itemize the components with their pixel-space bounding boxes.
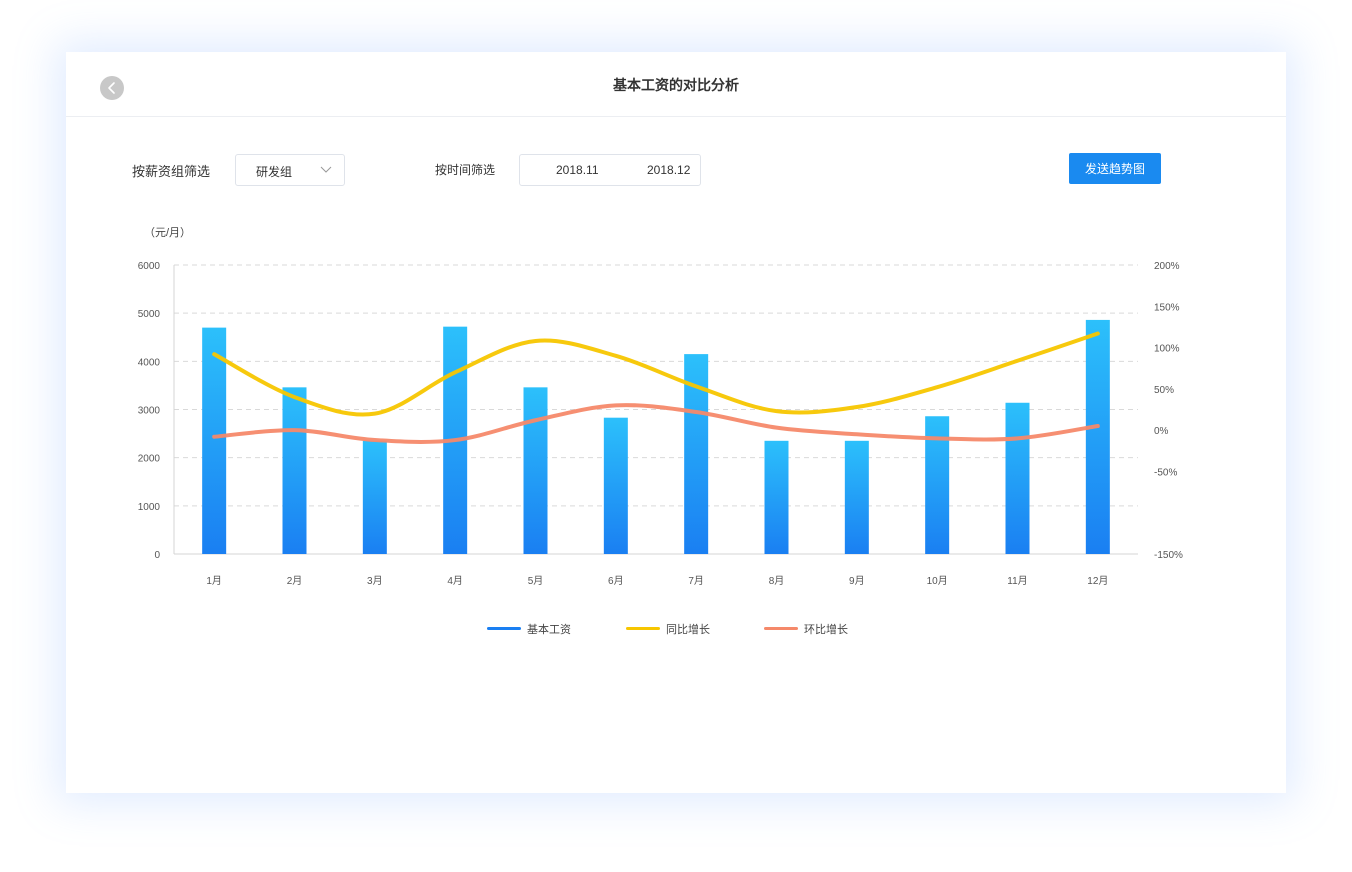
bar-8月	[764, 440, 789, 554]
legend-swatch	[764, 627, 798, 630]
y-left-tick-label: 0	[154, 550, 160, 561]
y-right-tick-label: -50%	[1154, 467, 1177, 478]
y-left-tick-label: 4000	[138, 357, 161, 368]
y-right-tick-label: 150%	[1154, 302, 1180, 313]
y-right-tick-label: 0%	[1154, 426, 1169, 437]
combo-chart: 0 1000 2000 3000 4000 5000 6000 -150% -50% 0% 50% 1…	[138, 261, 1183, 587]
x-tick-label: 1月	[206, 575, 222, 587]
legend-label: 环比增长	[804, 624, 848, 636]
y-right-tick-label: -150%	[1154, 550, 1183, 561]
y-left-tick-label: 2000	[138, 454, 161, 465]
x-tick-label: 12月	[1087, 575, 1108, 587]
y-right-tick-label: 50%	[1154, 385, 1174, 396]
legend-label: 同比增长	[666, 624, 710, 636]
bar-9月	[844, 440, 869, 554]
x-tick-label: 7月	[688, 575, 704, 587]
bar-11月	[1005, 402, 1030, 554]
x-tick-label: 9月	[849, 575, 865, 587]
legend-item[interactable]: 环比增长	[764, 620, 874, 636]
y-left-tick-label: 6000	[138, 261, 161, 272]
bar-1月	[202, 327, 227, 554]
x-tick-label: 3月	[367, 575, 383, 587]
bar-6月	[603, 417, 628, 554]
y-right-tick-label: 100%	[1154, 344, 1180, 355]
series-line-mom	[212, 403, 1100, 444]
bar-5月	[523, 387, 548, 554]
legend-swatch	[487, 627, 521, 630]
legend-item[interactable]: 同比增长	[626, 620, 736, 636]
y-left-tick-label: 1000	[138, 502, 161, 513]
x-tick-label: 4月	[447, 575, 463, 587]
x-tick-label: 10月	[927, 575, 948, 587]
y-right-tick-label: 200%	[1154, 261, 1180, 272]
legend-swatch	[626, 627, 660, 630]
bar-3月	[362, 440, 387, 554]
x-tick-label: 11月	[1007, 575, 1027, 587]
x-tick-label: 6月	[608, 575, 624, 587]
y-left-tick-label: 5000	[138, 309, 161, 320]
y-left-tick-label: 3000	[138, 406, 161, 417]
chart-legend: 基本工资 同比增长 环比增长	[66, 620, 1286, 640]
legend-label: 基本工资	[527, 624, 571, 636]
x-tick-label: 2月	[287, 575, 303, 587]
chart-panel: 基本工资的对比分析 按薪资组筛选 研发组 按时间筛选 2018.11 2018.…	[66, 52, 1286, 793]
bar-12月	[1085, 319, 1110, 554]
x-tick-label: 8月	[769, 575, 785, 587]
series-line-yoy	[212, 331, 1100, 417]
x-tick-label: 5月	[528, 575, 544, 587]
bar-2月	[282, 387, 307, 554]
legend-item[interactable]: 基本工资	[487, 620, 597, 636]
